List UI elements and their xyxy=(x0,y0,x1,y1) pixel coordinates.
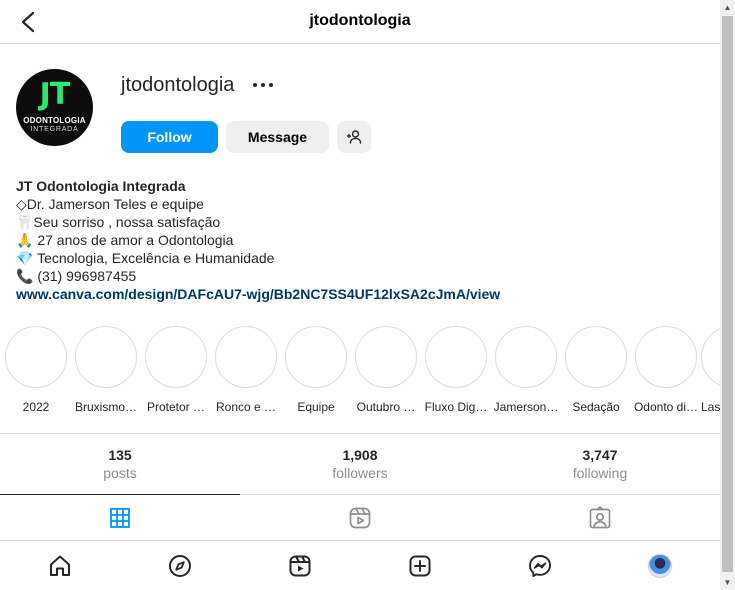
profile-avatar xyxy=(648,553,672,578)
new-post-icon xyxy=(409,555,431,576)
profile-stats: 135 posts 1,908 followers 3,747 followin… xyxy=(0,433,720,495)
reels-icon xyxy=(349,507,371,528)
highlight-cover xyxy=(425,326,487,388)
highlight-label: 2022 xyxy=(22,400,50,414)
more-options-button[interactable] xyxy=(250,76,276,94)
bio-line: 📞 (31) 996987455 xyxy=(16,268,137,284)
nav-reels[interactable] xyxy=(240,541,360,590)
page-title: jtodontologia xyxy=(309,12,411,29)
tab-reels[interactable] xyxy=(240,495,480,540)
highlight-label: Protetor … xyxy=(146,400,206,414)
bio-line: 🦷Seu sorriso , nossa satisfação xyxy=(16,214,221,230)
highlight-item[interactable]: 2022 xyxy=(1,326,71,414)
highlight-item[interactable]: Jamerson… xyxy=(491,326,561,414)
message-button[interactable]: Message xyxy=(226,121,329,153)
highlight-cover xyxy=(145,326,207,388)
avatar-logo-line2: INTEGRADA xyxy=(30,126,79,133)
profile-tabs xyxy=(0,494,720,540)
highlight-item[interactable]: Las… xyxy=(701,326,720,414)
vertical-scrollbar[interactable]: ▲ ▼ xyxy=(720,0,735,590)
highlight-item[interactable]: Bruxismo… xyxy=(71,326,141,414)
stat-label: following xyxy=(572,465,628,481)
bio-full-name: JT Odontologia Integrada xyxy=(16,178,186,194)
add-person-icon xyxy=(347,130,362,144)
nav-messenger[interactable] xyxy=(480,541,600,590)
top-bar: jtodontologia xyxy=(0,0,720,44)
profile-page: jtodontologia JT ODONTOLOGIA INTEGRADA j… xyxy=(0,0,720,590)
highlight-cover xyxy=(215,326,277,388)
tab-posts[interactable] xyxy=(0,494,240,540)
highlight-cover xyxy=(285,326,347,388)
highlight-label: Bruxismo… xyxy=(74,400,137,414)
scrollbar-thumb[interactable] xyxy=(722,16,733,572)
stat-followers[interactable]: 1,908 followers xyxy=(240,434,480,495)
reels-icon xyxy=(289,555,311,576)
grid-icon xyxy=(110,507,130,528)
highlight-item[interactable]: Fluxo Dig… xyxy=(421,326,491,414)
highlight-label: Equipe xyxy=(297,400,335,414)
suggest-accounts-button[interactable] xyxy=(337,121,371,153)
messenger-icon xyxy=(529,554,551,577)
highlight-cover xyxy=(355,326,417,388)
highlight-item[interactable]: Outubro … xyxy=(351,326,421,414)
tagged-icon xyxy=(589,505,611,528)
profile-username: jtodontologia xyxy=(121,74,235,96)
nav-profile[interactable] xyxy=(600,541,720,590)
home-icon xyxy=(50,555,70,576)
more-dot xyxy=(261,83,265,87)
explore-icon xyxy=(169,554,191,577)
story-highlights: 2022 Bruxismo… Protetor … Ronco e … Equi… xyxy=(0,326,720,416)
nav-home[interactable] xyxy=(0,541,120,590)
highlight-label: Odonto di… xyxy=(633,400,699,414)
highlight-label: Outubro … xyxy=(356,400,416,414)
highlight-cover xyxy=(701,326,720,388)
highlight-label: Jamerson… xyxy=(493,400,559,414)
highlight-cover xyxy=(635,326,697,388)
bio-line: 🙏 27 anos de amor a Odontologia xyxy=(16,232,234,248)
stat-label: followers xyxy=(332,465,388,481)
avatar-logo-line1: ODONTOLOGIA xyxy=(23,116,86,125)
profile-bio: JT Odontologia Integrada ◇Dr. Jamerson T… xyxy=(16,177,500,303)
highlight-label: Ronco e … xyxy=(215,400,277,414)
highlight-item[interactable]: Ronco e … xyxy=(211,326,281,414)
nav-explore[interactable] xyxy=(120,541,240,590)
highlight-label: Fluxo Dig… xyxy=(424,400,488,414)
highlight-item[interactable]: Sedação xyxy=(561,326,631,414)
stat-label: posts xyxy=(103,465,137,481)
bio-line: ◇Dr. Jamerson Teles e equipe xyxy=(16,196,204,212)
highlight-item[interactable]: Odonto di… xyxy=(631,326,701,414)
highlight-cover xyxy=(495,326,557,388)
stat-value: 3,747 xyxy=(582,447,618,463)
bio-line: 💎 Tecnologia, Excelência e Humanidade xyxy=(16,250,275,266)
highlight-label: Sedação xyxy=(572,400,620,414)
highlight-item[interactable]: Protetor … xyxy=(141,326,211,414)
stat-posts[interactable]: 135 posts xyxy=(0,434,240,495)
highlight-cover xyxy=(75,326,137,388)
bottom-navigation xyxy=(0,540,720,590)
highlight-cover xyxy=(565,326,627,388)
scroll-up-icon[interactable]: ▲ xyxy=(720,0,735,15)
highlight-label: Las… xyxy=(701,400,720,414)
tab-tagged[interactable] xyxy=(480,495,720,540)
avatar-logo-text: JT xyxy=(39,77,71,112)
scroll-down-icon[interactable]: ▼ xyxy=(720,575,735,590)
more-dot xyxy=(269,83,273,87)
follow-button[interactable]: Follow xyxy=(121,121,218,153)
profile-avatar[interactable]: JT ODONTOLOGIA INTEGRADA xyxy=(16,69,93,146)
bio-website-link[interactable]: www.canva.com/design/DAFcAU7-wjg/Bb2NC7S… xyxy=(16,285,500,303)
stat-following[interactable]: 3,747 following xyxy=(480,434,720,495)
highlight-item[interactable]: Equipe xyxy=(281,326,351,414)
more-horizontal-icon xyxy=(253,83,257,87)
nav-new-post[interactable] xyxy=(360,541,480,590)
highlight-cover xyxy=(5,326,67,388)
stat-value: 1,908 xyxy=(342,447,378,463)
stat-value: 135 xyxy=(108,447,132,463)
